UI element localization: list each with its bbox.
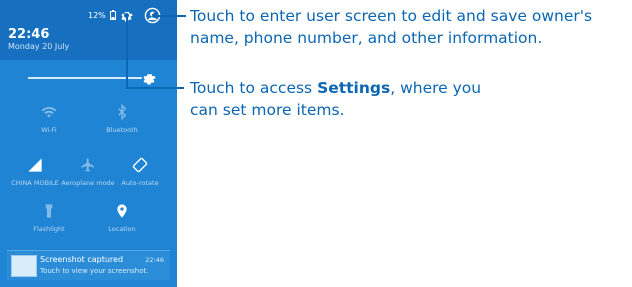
battery-percent: 12% — [88, 10, 106, 20]
tile-wifi[interactable]: Wi-Fi — [20, 104, 78, 134]
quick-settings-panel: 12% 22:46 Monday 20 July Wi-Fi Bluetooth… — [0, 0, 177, 287]
tile-label: CHINA MOBILE — [11, 179, 59, 187]
tile-bluetooth[interactable]: Bluetooth — [93, 104, 151, 134]
tile-label: Wi-Fi — [41, 126, 57, 134]
tile-location[interactable]: Location — [93, 203, 151, 233]
user-callout-line1: Touch to enter user screen to edit and s… — [190, 7, 593, 25]
notification-time: 22:46 — [145, 256, 164, 264]
settings-callout-line2: can set more items. — [190, 101, 345, 119]
settings-callout-post: , where you — [390, 79, 482, 97]
bluetooth-icon — [118, 104, 127, 120]
settings-callout-line-horizontal — [126, 87, 184, 89]
brightness-slider[interactable] — [28, 77, 142, 79]
brightness-icon[interactable] — [142, 71, 156, 85]
notification-text: Touch to view your screenshot. — [40, 267, 149, 275]
user-callout-line2: name, phone number, and other informatio… — [190, 29, 543, 47]
clock-date: Monday 20 July — [8, 42, 70, 51]
tile-label: Aeroplane mode — [61, 179, 115, 187]
settings-callout: Touch to access Settings, where you can … — [190, 77, 481, 121]
tile-airplane[interactable]: Aeroplane mode — [59, 157, 117, 187]
status-bar: 12% — [88, 8, 116, 22]
clock-time: 22:46 — [8, 27, 50, 42]
location-icon — [117, 204, 127, 218]
wifi-icon — [41, 107, 57, 118]
screenshot-thumbnail — [11, 255, 37, 277]
tile-label: Location — [108, 225, 136, 233]
airplane-icon — [81, 158, 94, 172]
battery-icon — [109, 10, 116, 20]
tile-flashlight[interactable]: Flashlight — [20, 203, 78, 233]
settings-callout-bold: Settings — [317, 79, 391, 97]
settings-callout-line1: Touch to access Settings, where you — [190, 77, 481, 99]
signal-icon — [28, 158, 42, 172]
screenshot-notification[interactable]: Screenshot captured Touch to view your s… — [7, 250, 170, 280]
panel-header: 12% 22:46 Monday 20 July — [0, 0, 177, 60]
tile-mobile-network[interactable]: CHINA MOBILE — [6, 157, 64, 187]
tile-label: Bluetooth — [106, 126, 138, 134]
tile-label: Auto-rotate — [121, 179, 159, 187]
notification-title: Screenshot captured — [40, 255, 124, 264]
tile-label: Flashlight — [33, 225, 65, 233]
user-screen-callout: Touch to enter user screen to edit and s… — [190, 5, 592, 49]
rotate-icon — [132, 157, 148, 173]
settings-callout-line-vertical — [126, 17, 128, 87]
settings-callout-pre: Touch to access — [190, 79, 318, 97]
tile-auto-rotate[interactable]: Auto-rotate — [111, 157, 169, 187]
user-callout-line — [156, 15, 186, 17]
flashlight-icon — [45, 204, 53, 218]
